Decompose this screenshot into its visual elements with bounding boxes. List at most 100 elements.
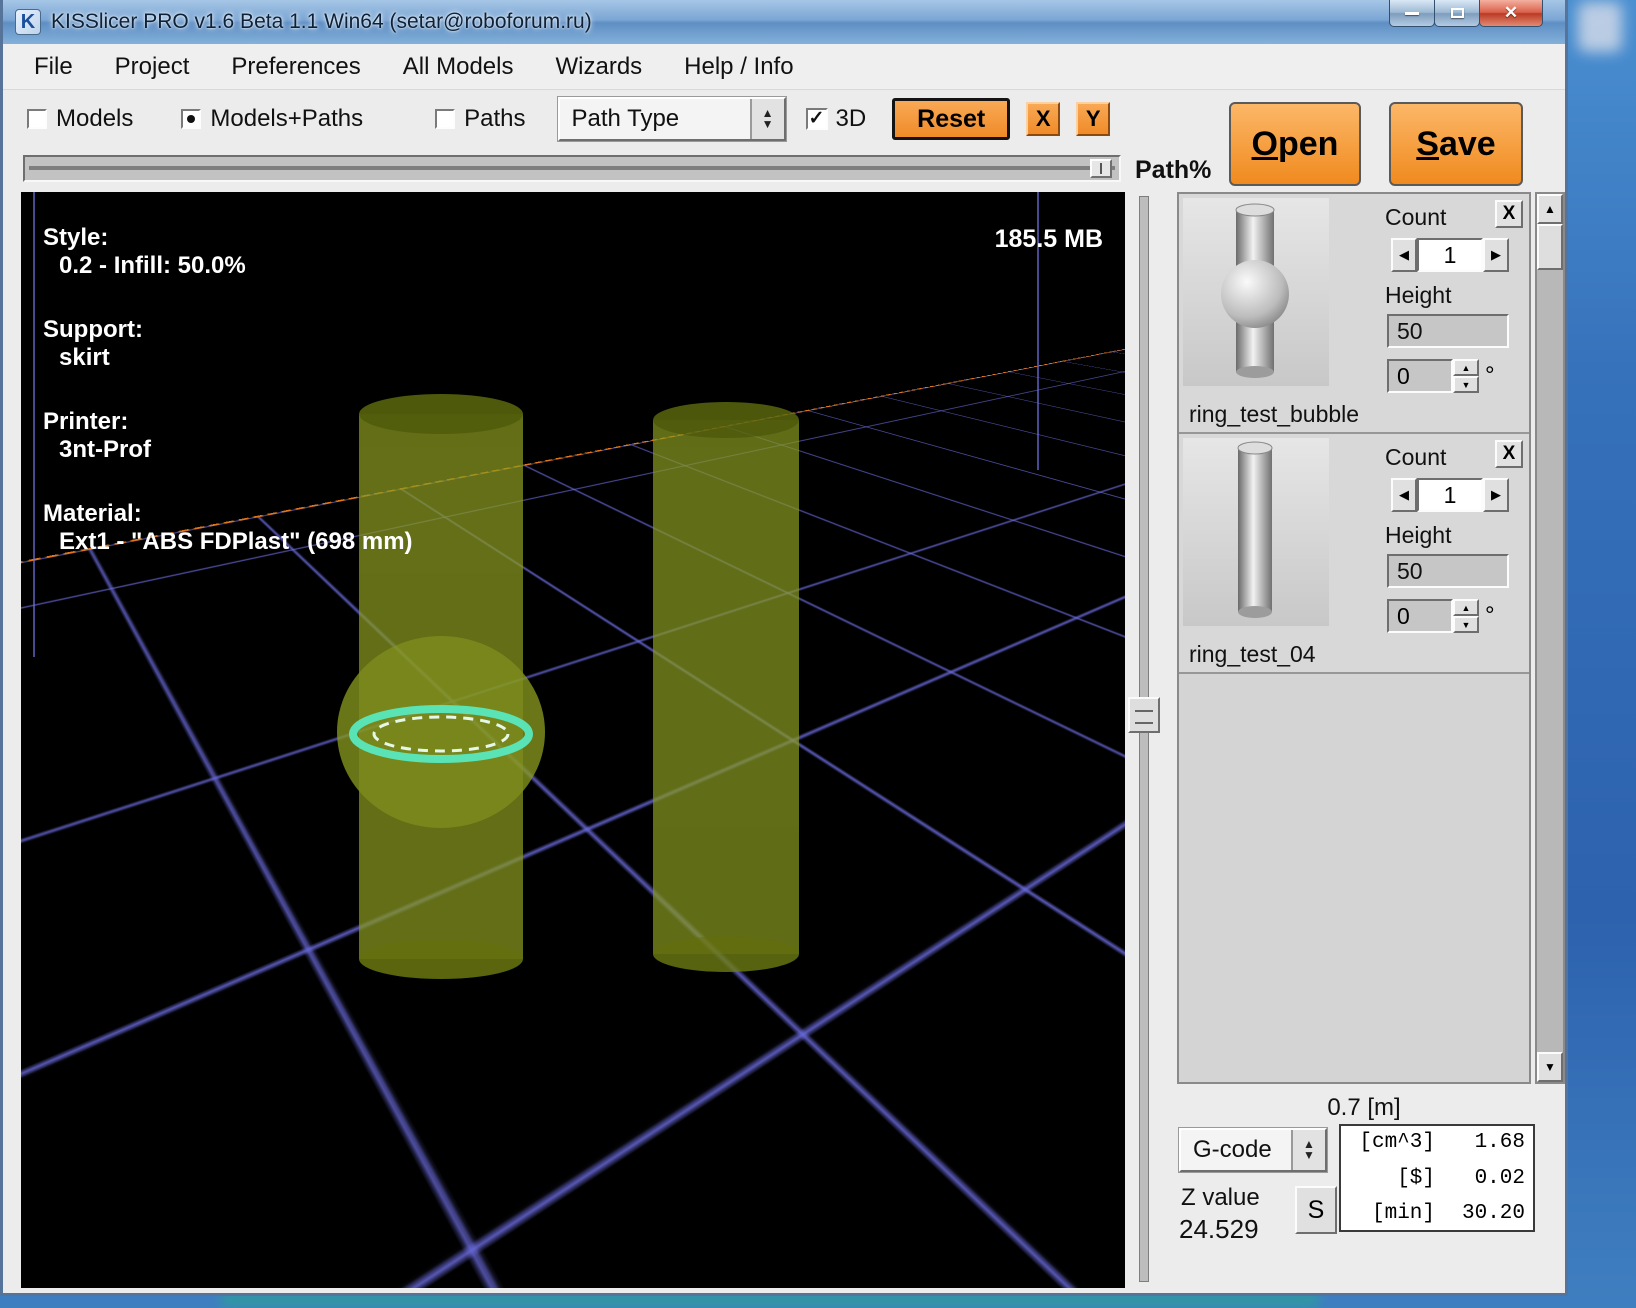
rotation-spinner: ▲ ▼ <box>1453 599 1479 633</box>
model-cylinder-ring-test-04 <box>653 402 799 972</box>
open-button[interactable]: Open <box>1229 102 1361 186</box>
open-button-label: Open <box>1252 125 1339 164</box>
menu-preferences[interactable]: Preferences <box>210 49 381 85</box>
reset-button[interactable]: Reset <box>892 98 1010 140</box>
height-input[interactable]: 50 <box>1387 554 1509 588</box>
main-area: 185.5 MB Style: 0.2 - Infill: 50.0% Supp… <box>3 192 1565 1288</box>
scrollbar-track[interactable] <box>1537 224 1563 1052</box>
radio-models-paths-box <box>181 109 201 129</box>
close-button[interactable]: ✕ <box>1479 0 1543 27</box>
count-increment-button[interactable]: ▶ <box>1483 478 1509 512</box>
model-list-scrollbar[interactable]: ▲ ▼ <box>1535 192 1565 1084</box>
radio-models-label: Models <box>56 105 133 133</box>
rotation-input[interactable]: 0 <box>1387 599 1453 633</box>
radio-paths-box <box>435 109 455 129</box>
path-percent-slider-handle[interactable] <box>1090 159 1112 178</box>
scroll-up-button[interactable]: ▲ <box>1537 194 1563 224</box>
radio-models-paths[interactable]: Models+Paths <box>181 105 363 133</box>
rotation-down-button[interactable]: ▼ <box>1453 616 1479 633</box>
height-label: Height <box>1385 522 1451 549</box>
height-label: Height <box>1385 282 1451 309</box>
degree-label: ° <box>1485 602 1495 630</box>
radio-paths[interactable]: Paths <box>435 105 525 133</box>
spin-left-icon: ◀ <box>1399 487 1409 503</box>
rotation-down-button[interactable]: ▼ <box>1453 376 1479 393</box>
checkbox-3d-label: 3D <box>836 105 867 133</box>
material-value: Ext1 - "ABS FDPlast" (698 mm) <box>43 528 413 556</box>
spin-up-icon: ▲ <box>1462 364 1471 372</box>
viewport-3d[interactable]: 185.5 MB Style: 0.2 - Infill: 50.0% Supp… <box>21 192 1125 1288</box>
path-type-value: Path Type <box>560 99 750 139</box>
scrollbar-thumb[interactable] <box>1537 224 1563 270</box>
rotation-up-button[interactable]: ▲ <box>1453 599 1479 616</box>
app-icon: K <box>15 9 41 35</box>
spin-left-icon: ◀ <box>1399 247 1409 263</box>
output-controls: G-code ▲▼ [cm^3]1.68 [$]0.02 [min]30.20 … <box>1177 1122 1565 1288</box>
count-input[interactable]: 1 <box>1417 478 1483 512</box>
radio-models[interactable]: Models <box>27 105 133 133</box>
checkbox-3d[interactable]: ✓ 3D <box>806 105 867 133</box>
count-increment-button[interactable]: ▶ <box>1483 238 1509 272</box>
maximize-button[interactable] <box>1434 0 1480 27</box>
menu-wizards[interactable]: Wizards <box>535 49 664 85</box>
support-value: skirt <box>43 344 413 372</box>
height-input[interactable]: 50 <box>1387 314 1509 348</box>
scroll-down-button[interactable]: ▼ <box>1537 1052 1563 1082</box>
printer-label: Printer: <box>43 408 413 436</box>
menu-all-models[interactable]: All Models <box>382 49 535 85</box>
desktop-icon-blur <box>1578 2 1622 52</box>
checkbox-3d-box: ✓ <box>806 108 828 130</box>
check-icon: ✓ <box>809 110 825 128</box>
x-button[interactable]: X <box>1026 102 1060 136</box>
scroll-down-icon: ▼ <box>1544 1060 1556 1074</box>
path-type-select[interactable]: Path Type ▲▼ <box>558 97 786 141</box>
stat-label: [cm^3] <box>1349 1131 1435 1154</box>
total-path-length: 0.7 [m] <box>1163 1084 1565 1122</box>
print-stats: [cm^3]1.68 [$]0.02 [min]30.20 <box>1339 1124 1535 1232</box>
model-name: ring_test_04 <box>1189 641 1316 668</box>
material-label: Material: <box>43 500 413 528</box>
menubar: File Project Preferences All Models Wiza… <box>3 44 1565 90</box>
z-value-label: Z value <box>1181 1184 1260 1212</box>
style-label: Style: <box>43 224 413 252</box>
maximize-icon <box>1451 8 1464 18</box>
output-mode-select[interactable]: G-code ▲▼ <box>1179 1128 1327 1172</box>
minimize-button[interactable] <box>1389 0 1435 27</box>
chevron-updown-icon: ▲▼ <box>750 99 784 139</box>
count-decrement-button[interactable]: ◀ <box>1391 478 1417 512</box>
count-label: Count <box>1385 204 1446 231</box>
z-slider-track[interactable] <box>1139 196 1149 1282</box>
save-button[interactable]: Save <box>1389 102 1523 186</box>
count-decrement-button[interactable]: ◀ <box>1391 238 1417 272</box>
radio-paths-label: Paths <box>464 105 525 133</box>
menu-help-info[interactable]: Help / Info <box>663 49 814 85</box>
model-name: ring_test_bubble <box>1189 401 1359 428</box>
z-slider[interactable] <box>1125 192 1163 1288</box>
path-percent-slider[interactable] <box>23 155 1121 182</box>
stat-label: [min] <box>1349 1202 1435 1225</box>
minimize-icon <box>1405 12 1419 15</box>
y-button[interactable]: Y <box>1076 102 1110 136</box>
s-button[interactable]: S <box>1295 1186 1337 1234</box>
remove-model-button[interactable]: X <box>1495 440 1523 468</box>
style-value: 0.2 - Infill: 50.0% <box>43 252 413 280</box>
rotation-up-button[interactable]: ▲ <box>1453 359 1479 376</box>
menu-project[interactable]: Project <box>94 49 211 85</box>
menu-file[interactable]: File <box>13 49 94 85</box>
app-window: K KISSlicer PRO v1.6 Beta 1.1 Win64 (set… <box>0 0 1568 1296</box>
model-thumbnail-cylinder <box>1183 438 1329 626</box>
spin-down-icon: ▼ <box>1462 621 1471 629</box>
z-slider-handle[interactable] <box>1128 697 1160 733</box>
count-input[interactable]: 1 <box>1417 238 1483 272</box>
rotation-input[interactable]: 0 <box>1387 359 1453 393</box>
spin-right-icon: ▶ <box>1491 487 1501 503</box>
rotation-row: 0 ▲ ▼ ° <box>1387 358 1495 394</box>
titlebar: K KISSlicer PRO v1.6 Beta 1.1 Win64 (set… <box>3 0 1565 44</box>
remove-model-button[interactable]: X <box>1495 200 1523 228</box>
radio-models-box <box>27 109 47 129</box>
model-thumbnail-bubble <box>1183 198 1329 386</box>
rotation-spinner: ▲ ▼ <box>1453 359 1479 393</box>
printer-value: 3nt-Prof <box>43 436 413 464</box>
z-value: 24.529 <box>1179 1214 1259 1245</box>
rotation-row: 0 ▲ ▼ ° <box>1387 598 1495 634</box>
